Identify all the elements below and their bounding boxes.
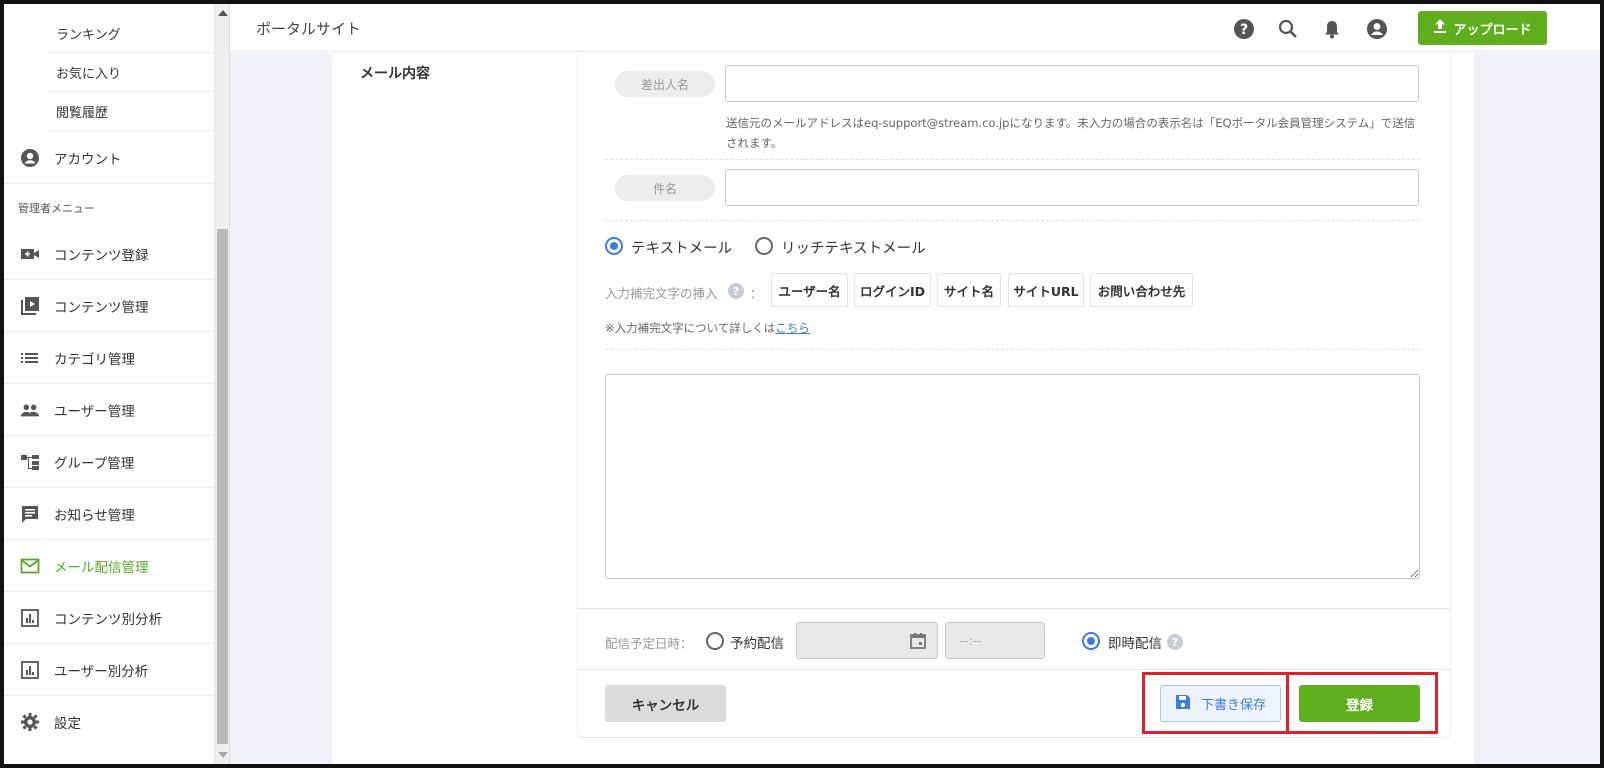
sidebar-item-label: お気に入り: [56, 66, 122, 82]
svg-text:?: ?: [1240, 22, 1248, 38]
immediate-delivery-radio[interactable]: [1082, 632, 1100, 650]
mail-form: 差出人名 送信元のメールアドレスはeq-support@stream.co.jp…: [577, 53, 1451, 738]
help-icon[interactable]: ?: [728, 283, 744, 299]
sidebar-item-content-register[interactable]: コンテンツ登録: [4, 228, 214, 280]
sidebar-item-label: ランキング: [56, 27, 121, 43]
sidebar-item-favorites[interactable]: お気に入り: [48, 53, 214, 92]
video-library-icon: [20, 296, 40, 316]
video-add-icon: [20, 244, 40, 264]
scrollbar-thumb[interactable]: [217, 229, 228, 744]
divider: [605, 349, 1420, 350]
sidebar-item-label: お知らせ管理: [54, 507, 135, 524]
top-header: ポータルサイト ? アップロード: [230, 4, 1600, 52]
site-title[interactable]: ポータルサイト: [256, 18, 361, 39]
scroll-down-arrow-icon[interactable]: [218, 752, 228, 758]
sidebar-item-label: コンテンツ管理: [54, 299, 149, 316]
insert-placeholder-label: 入力補完文字の挿入: [605, 286, 718, 301]
schedule-bar: 配信予定日時： 予約配信 --:-- 即時配信 ?: [578, 608, 1450, 670]
sidebar-item-history[interactable]: 閲覧履歴: [48, 92, 214, 131]
mail-body-textarea[interactable]: [605, 374, 1420, 579]
schedule-label: 配信予定日時：: [605, 636, 693, 651]
immediate-delivery-label[interactable]: 即時配信: [1108, 632, 1162, 652]
user-account-icon[interactable]: [1366, 18, 1388, 40]
rich-text-mail-radio[interactable]: [755, 237, 773, 255]
sidebar-item-label: アカウント: [54, 151, 122, 168]
calendar-icon[interactable]: [909, 632, 927, 654]
sidebar-item-label: 閲覧履歴: [56, 105, 109, 121]
upload-button[interactable]: アップロード: [1418, 11, 1547, 45]
sidebar-scrollbar[interactable]: [215, 4, 230, 764]
sidebar-item-notice-manage[interactable]: お知らせ管理: [4, 488, 214, 540]
sidebar-item-label: コンテンツ登録: [54, 247, 149, 264]
hierarchy-icon: [20, 452, 40, 472]
insert-note-text: ※入力補完文字について詳しくは: [605, 321, 776, 335]
sidebar-item-account[interactable]: アカウント: [4, 132, 214, 184]
divider: [605, 220, 1420, 221]
sidebar-item-label: ユーザー別分析: [54, 663, 149, 680]
list-icon: [20, 348, 40, 368]
subject-input[interactable]: [725, 169, 1419, 206]
text-mail-radio[interactable]: [605, 237, 623, 255]
register-button[interactable]: 登録: [1299, 685, 1420, 722]
sidebar-item-mail-manage[interactable]: メール配信管理: [4, 540, 214, 592]
mail-icon: [20, 556, 40, 576]
notice-icon: [20, 504, 40, 524]
sidebar: ランキング お気に入り 閲覧履歴 アカウント 管理者メニュー コンテンツ登録 コ…: [4, 4, 215, 764]
search-icon[interactable]: [1277, 18, 1299, 40]
sidebar-item-settings[interactable]: 設定: [4, 696, 214, 748]
chart-icon: [20, 660, 40, 680]
sidebar-item-label: メール配信管理: [54, 559, 149, 576]
form-card: メール内容 差出人名 送信元のメールアドレスはeq-support@stream…: [332, 53, 1474, 764]
insert-colon: ：: [750, 286, 763, 301]
schedule-date-input[interactable]: [796, 622, 938, 659]
insert-chip-login-id[interactable]: ログインID: [854, 273, 931, 307]
save-draft-button[interactable]: 下書き保存: [1160, 685, 1281, 722]
text-mail-label[interactable]: テキストメール: [631, 237, 732, 258]
help-icon[interactable]: ?: [1167, 634, 1183, 650]
reserved-delivery-radio[interactable]: [706, 632, 724, 650]
sidebar-item-user-analytics[interactable]: ユーザー別分析: [4, 644, 214, 696]
chart-icon: [20, 608, 40, 628]
divider: [605, 159, 1420, 160]
sidebar-item-label: コンテンツ別分析: [54, 611, 162, 628]
sidebar-item-label: カテゴリ管理: [54, 351, 135, 368]
insert-note: ※入力補完文字について詳しくはこちら: [605, 320, 810, 336]
sender-name-label: 差出人名: [615, 71, 715, 97]
scroll-up-arrow-icon[interactable]: [218, 10, 228, 16]
upload-icon: [1433, 18, 1447, 38]
reserved-delivery-label[interactable]: 予約配信: [730, 632, 784, 652]
bell-icon[interactable]: [1321, 18, 1343, 40]
time-placeholder: --:--: [960, 633, 982, 648]
main-area: メール内容 差出人名 送信元のメールアドレスはeq-support@stream…: [230, 53, 1600, 764]
rich-text-mail-label[interactable]: リッチテキストメール: [781, 237, 926, 258]
sidebar-item-content-analytics[interactable]: コンテンツ別分析: [4, 592, 214, 644]
mail-content-label: メール内容: [360, 66, 430, 82]
sidebar-item-label: ユーザー管理: [54, 403, 135, 420]
help-icon[interactable]: ?: [1233, 18, 1255, 40]
schedule-time-input[interactable]: --:--: [945, 622, 1045, 659]
sidebar-item-group-manage[interactable]: グループ管理: [4, 436, 214, 488]
sender-name-input[interactable]: [725, 65, 1419, 102]
subject-label: 件名: [615, 175, 715, 201]
upload-label: アップロード: [1453, 22, 1532, 38]
save-draft-label: 下書き保存: [1200, 698, 1266, 713]
gear-icon: [20, 712, 40, 732]
sidebar-item-content-manage[interactable]: コンテンツ管理: [4, 280, 214, 332]
insert-chip-site-url[interactable]: サイトURL: [1008, 273, 1084, 307]
people-icon: [20, 400, 40, 420]
save-icon: [1175, 694, 1191, 714]
sidebar-item-category-manage[interactable]: カテゴリ管理: [4, 332, 214, 384]
sidebar-item-user-manage[interactable]: ユーザー管理: [4, 384, 214, 436]
account-circle-icon: [20, 148, 40, 168]
cancel-button[interactable]: キャンセル: [605, 685, 726, 722]
insert-chip-site-name[interactable]: サイト名: [937, 273, 1001, 307]
insert-chip-contact[interactable]: お問い合わせ先: [1090, 273, 1193, 307]
insert-note-link[interactable]: こちら: [775, 321, 810, 335]
insert-chip-username[interactable]: ユーザー名: [771, 273, 848, 307]
sender-help-text: 送信元のメールアドレスはeq-support@stream.co.jpになります…: [726, 116, 1416, 150]
admin-menu-heading: 管理者メニュー: [18, 202, 95, 215]
sidebar-item-label: 設定: [54, 716, 81, 732]
sidebar-item-label: グループ管理: [54, 455, 135, 472]
sidebar-item-ranking[interactable]: ランキング: [48, 14, 214, 53]
